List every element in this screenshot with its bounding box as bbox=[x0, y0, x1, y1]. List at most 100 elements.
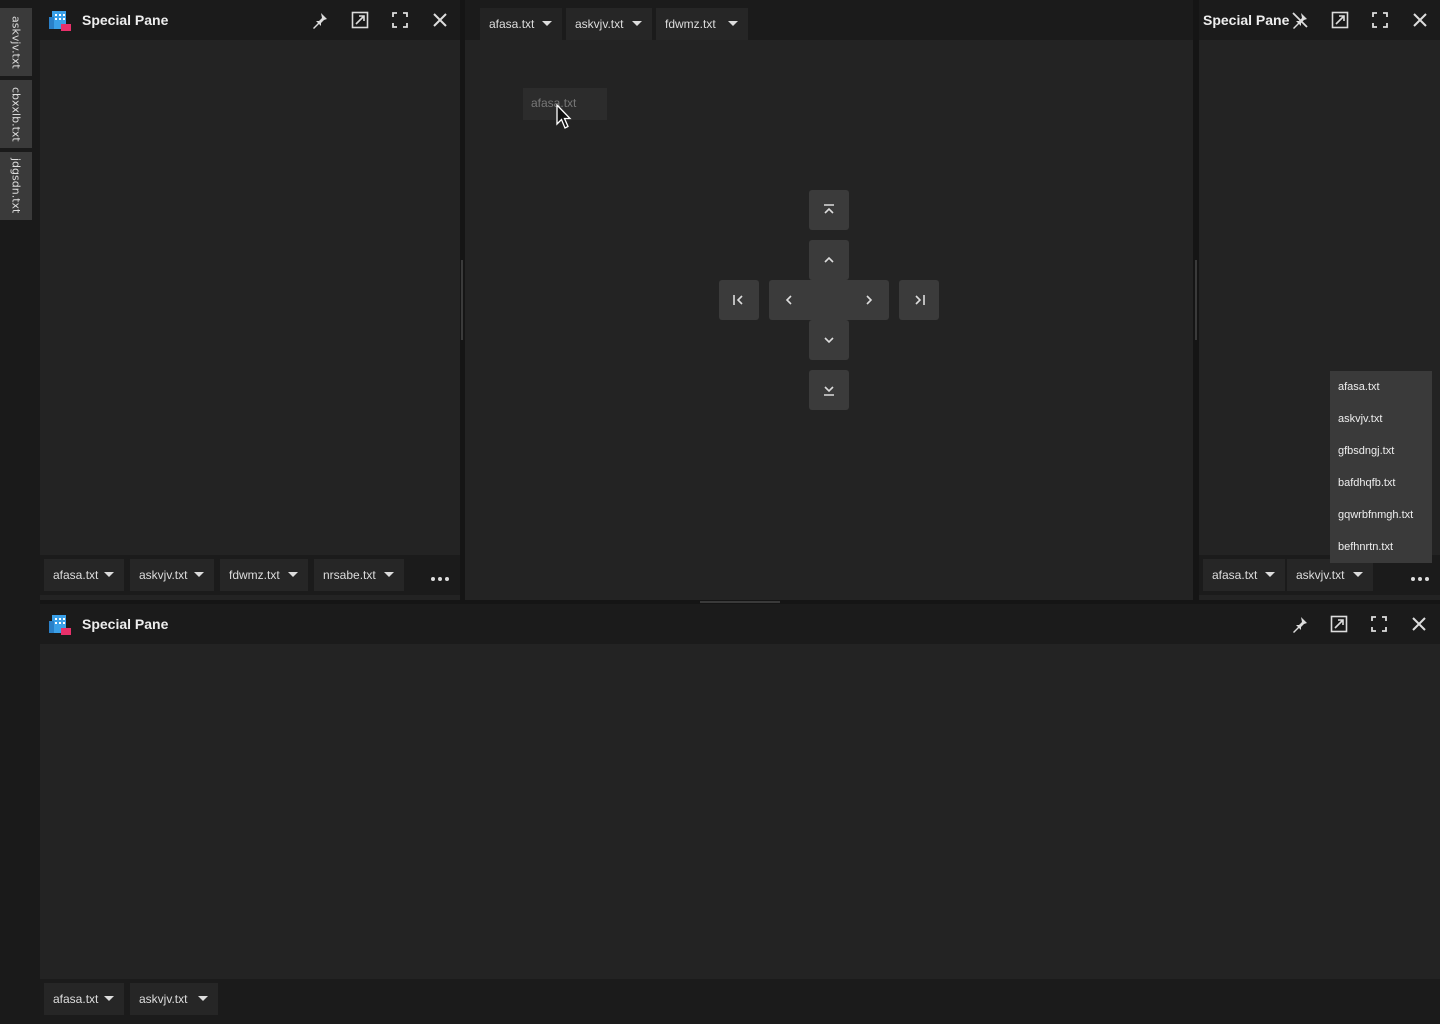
maximize-button[interactable] bbox=[380, 0, 420, 40]
menu-item-befhnrtn[interactable]: befhnrtn.txt bbox=[1330, 531, 1432, 563]
pane-tab-bar: afasa.txt askvjv.txt bbox=[40, 979, 1440, 1024]
chevron-down-icon bbox=[1265, 572, 1275, 577]
tab-afasa[interactable]: afasa.txt bbox=[44, 559, 124, 591]
pane-header: Special Pane bbox=[40, 0, 460, 40]
side-tab-askvjv[interactable]: askvjv.txt bbox=[0, 8, 32, 76]
pin-button[interactable] bbox=[300, 0, 340, 40]
pin-icon bbox=[1293, 617, 1307, 633]
close-icon bbox=[1413, 13, 1427, 27]
side-tab-label: jdgsdn.txt bbox=[9, 158, 23, 214]
tab-label: afasa.txt bbox=[1212, 568, 1258, 582]
maximize-icon bbox=[1371, 616, 1387, 632]
float-icon bbox=[1330, 615, 1348, 633]
chevron-down-icon bbox=[104, 572, 114, 577]
tab-label: afasa.txt bbox=[53, 568, 99, 582]
float-button[interactable] bbox=[340, 0, 380, 40]
menu-item-bafdhqfb[interactable]: bafdhqfb.txt bbox=[1330, 467, 1432, 499]
menu-item-askvjv[interactable]: askvjv.txt bbox=[1330, 403, 1432, 435]
tab-label: askvjv.txt bbox=[139, 992, 188, 1006]
float-button[interactable] bbox=[1319, 604, 1359, 644]
pane-header: Special Pane bbox=[1199, 0, 1440, 40]
left-special-pane: Special Pane afasa.txt askvjv.txt fdwmz.… bbox=[40, 0, 460, 600]
maximize-icon bbox=[1372, 12, 1388, 28]
chevron-down-icon bbox=[542, 21, 552, 26]
chevron-down-icon bbox=[632, 21, 642, 26]
float-icon bbox=[351, 11, 369, 29]
splitter-bottom[interactable] bbox=[700, 601, 780, 603]
tab-askvjv[interactable]: askvjv.txt bbox=[130, 559, 214, 591]
maximize-icon bbox=[392, 12, 408, 28]
side-tab-cbxxlb[interactable]: cbxxlb.txt bbox=[0, 80, 32, 148]
dock-top-edge-guide[interactable] bbox=[809, 190, 849, 230]
close-button[interactable] bbox=[420, 0, 460, 40]
close-icon bbox=[1412, 617, 1426, 631]
dock-left-icon bbox=[785, 295, 792, 305]
pane-header: Special Pane bbox=[40, 604, 1440, 644]
tab-label: afasa.txt bbox=[53, 992, 99, 1006]
dock-bottom-edge-guide[interactable] bbox=[809, 370, 849, 410]
tab-afasa[interactable]: afasa.txt bbox=[44, 983, 124, 1015]
unpin-button[interactable] bbox=[1280, 0, 1320, 40]
chevron-down-icon bbox=[288, 572, 298, 577]
dock-right-edge-guide[interactable] bbox=[899, 280, 939, 320]
unpin-icon bbox=[1292, 12, 1308, 29]
close-button[interactable] bbox=[1400, 0, 1440, 40]
dock-left-edge-guide[interactable] bbox=[719, 280, 759, 320]
more-tabs-button[interactable] bbox=[1400, 559, 1440, 591]
tab-label: fdwmz.txt bbox=[229, 568, 280, 582]
maximize-button[interactable] bbox=[1360, 0, 1400, 40]
dock-down-guide[interactable] bbox=[809, 320, 849, 360]
tab-nrsabe[interactable]: nrsabe.txt bbox=[314, 559, 404, 591]
dock-right-icon bbox=[866, 295, 873, 305]
chevron-down-icon bbox=[198, 996, 208, 1001]
tab-afasa[interactable]: afasa.txt bbox=[1203, 559, 1285, 591]
dock-up-guide[interactable] bbox=[809, 240, 849, 280]
side-tab-label: cbxxlb.txt bbox=[9, 86, 23, 142]
pane-title: Special Pane bbox=[82, 12, 169, 28]
pane-title: Special Pane bbox=[82, 616, 169, 632]
tab-overflow-menu: afasa.txt askvjv.txt gfbsdngj.txt bafdhq… bbox=[1330, 371, 1432, 563]
dock-up-icon bbox=[824, 256, 834, 263]
pane-tab-bar: afasa.txt askvjv.txt fdwmz.txt nrsabe.tx… bbox=[40, 555, 460, 595]
chevron-down-icon bbox=[104, 996, 114, 1001]
close-icon bbox=[433, 13, 447, 27]
pin-button[interactable] bbox=[1280, 604, 1320, 644]
chevron-down-icon bbox=[194, 572, 204, 577]
pane-title: Special Pane bbox=[1203, 12, 1290, 28]
tab-afasa[interactable]: afasa.txt bbox=[480, 8, 562, 40]
tab-label: askvjv.txt bbox=[575, 17, 624, 31]
more-icon bbox=[1410, 566, 1431, 585]
app-icon bbox=[48, 8, 72, 32]
dock-workspace: askvjv.txt cbxxlb.txt jdgsdn.txt Special… bbox=[0, 0, 1440, 1024]
chevron-down-icon bbox=[1353, 572, 1363, 577]
menu-item-gqwrbfnmgh[interactable]: gqwrbfnmgh.txt bbox=[1330, 499, 1432, 531]
more-tabs-button[interactable] bbox=[420, 559, 460, 591]
menu-item-afasa[interactable]: afasa.txt bbox=[1330, 371, 1432, 403]
maximize-button[interactable] bbox=[1359, 604, 1399, 644]
dock-bottom-edge-icon bbox=[824, 386, 834, 396]
more-icon bbox=[430, 566, 451, 585]
tab-fdwmz[interactable]: fdwmz.txt bbox=[656, 8, 748, 40]
tab-label: askvjv.txt bbox=[1296, 568, 1345, 582]
tab-askvjv[interactable]: askvjv.txt bbox=[130, 983, 218, 1015]
tab-fdwmz[interactable]: fdwmz.txt bbox=[220, 559, 308, 591]
chevron-down-icon bbox=[728, 21, 738, 26]
side-tab-jdgsdn[interactable]: jdgsdn.txt bbox=[0, 152, 32, 220]
chevron-down-icon bbox=[384, 572, 394, 577]
tab-label: askvjv.txt bbox=[139, 568, 188, 582]
document-tab-bar: afasa.txt askvjv.txt fdwmz.txt bbox=[465, 0, 1193, 40]
pin-icon bbox=[313, 13, 327, 29]
float-button[interactable] bbox=[1320, 0, 1360, 40]
bottom-special-pane: Special Pane afasa.txt askvjv.txt bbox=[40, 604, 1440, 1024]
tab-askvjv[interactable]: askvjv.txt bbox=[566, 8, 652, 40]
splitter-right[interactable] bbox=[1195, 260, 1197, 340]
side-tab-label: askvjv.txt bbox=[9, 15, 23, 69]
dock-down-icon bbox=[824, 337, 834, 344]
splitter-left[interactable] bbox=[461, 260, 463, 340]
menu-item-gfbsdngj[interactable]: gfbsdngj.txt bbox=[1330, 435, 1432, 467]
dock-top-edge-icon bbox=[824, 204, 834, 214]
tab-askvjv[interactable]: askvjv.txt bbox=[1287, 559, 1373, 591]
close-button[interactable] bbox=[1399, 604, 1439, 644]
dock-left-guide[interactable] bbox=[769, 280, 809, 320]
dock-right-guide[interactable] bbox=[849, 280, 889, 320]
